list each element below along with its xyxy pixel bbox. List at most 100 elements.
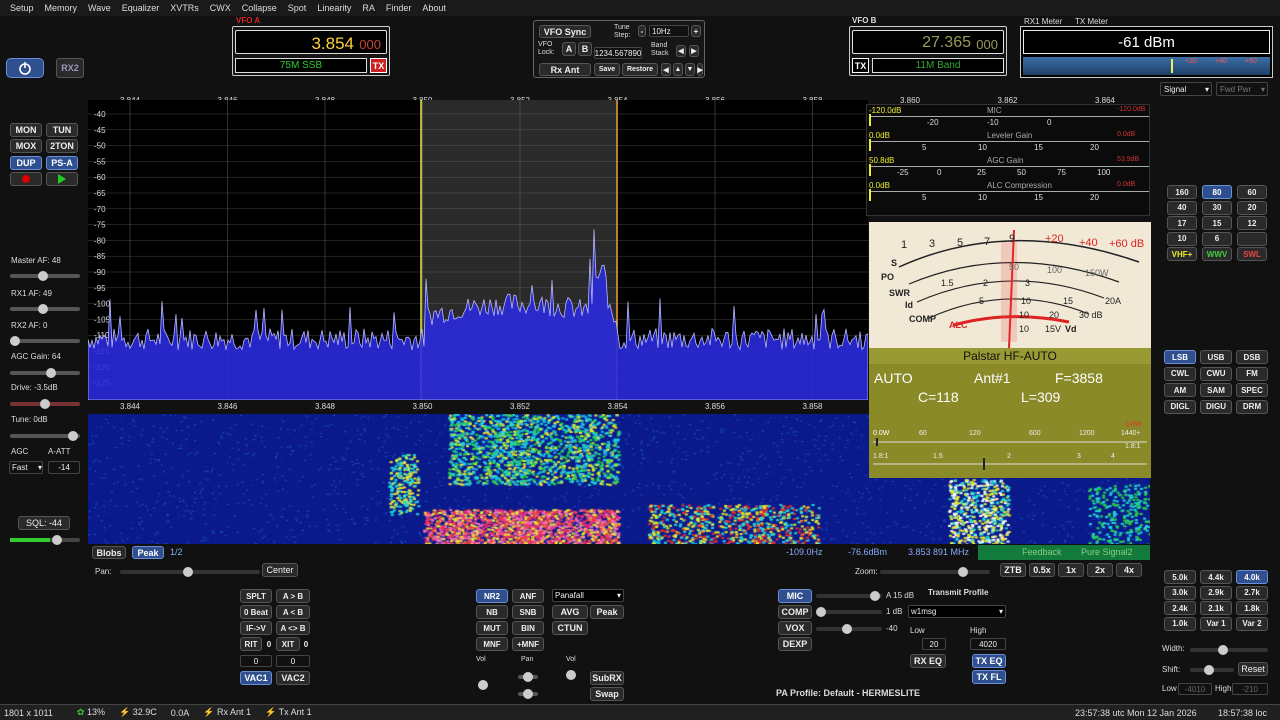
split-control-6[interactable]: RIT <box>240 637 262 651</box>
mode-button-drm[interactable]: DRM <box>1236 399 1268 414</box>
agc-mode-select[interactable]: Fast ▾ <box>9 461 43 474</box>
filter-button-var-1[interactable]: Var 1 <box>1200 616 1232 631</box>
a-att-stepper[interactable]: -14 <box>48 461 80 474</box>
comp-button[interactable]: COMP <box>778 605 812 619</box>
vfo-b-display[interactable]: 27.365 000 <box>852 30 1004 54</box>
tx-eq-button[interactable]: TX EQ <box>972 654 1006 668</box>
drive-slider[interactable] <box>10 399 80 409</box>
menu-finder[interactable]: Finder <box>382 3 419 13</box>
vfo-a-display[interactable]: 3.854 000 <box>235 30 387 54</box>
dsp-button-nb[interactable]: NB <box>476 605 508 619</box>
vfo-left-arrow[interactable]: ◀ <box>661 63 671 76</box>
rx-eq-button[interactable]: RX EQ <box>910 654 946 668</box>
rx1-af-slider[interactable] <box>10 304 80 314</box>
mode-button-spec[interactable]: SPEC <box>1236 383 1268 397</box>
menu-cwx[interactable]: CWX <box>206 3 238 13</box>
band-stack-prev[interactable]: ◀ <box>676 45 686 57</box>
filter-low-field[interactable]: -4010 <box>1178 683 1212 695</box>
mode-button-cwu[interactable]: CWU <box>1200 366 1232 381</box>
mode-button-digu[interactable]: DIGU <box>1200 399 1232 414</box>
mode-button-cwl[interactable]: CWL <box>1164 366 1196 381</box>
filter-reset-button[interactable]: Reset <box>1238 662 1268 676</box>
mode-button-am[interactable]: AM <box>1164 383 1196 397</box>
filter-button-2.1k[interactable]: 2.1k <box>1200 601 1232 615</box>
vfo-right-arrow[interactable]: ▶ <box>697 63 703 76</box>
vfo-up-arrow[interactable]: ▲ <box>673 63 683 76</box>
split-control-0[interactable]: SPLT <box>240 589 272 603</box>
sql-slider[interactable] <box>10 535 80 545</box>
subrx-button[interactable]: SubRX <box>590 671 624 685</box>
band-stack-next[interactable]: ▶ <box>689 45 699 57</box>
mode-button-lsb[interactable]: LSB <box>1164 350 1196 364</box>
menu-equalizer[interactable]: Equalizer <box>118 3 167 13</box>
vfo-lock-b-button[interactable]: B <box>578 42 592 56</box>
panadapter[interactable]: -40 -45 -50 -55 -60 -65 -70 -75 -80 -85 -90 -95 -100… <box>88 100 868 400</box>
vac1-button[interactable]: VAC1 <box>240 671 272 685</box>
vox-slider[interactable] <box>816 624 882 634</box>
filter-button-2.9k[interactable]: 2.9k <box>1200 585 1232 600</box>
dsp-button-mnf[interactable]: MNF <box>476 637 508 651</box>
split-control-7[interactable]: 0 <box>265 637 273 651</box>
rx2-button[interactable]: RX2 <box>56 58 84 78</box>
vfo-a-tx-badge[interactable]: TX <box>370 58 387 73</box>
rx2-af-slider[interactable] <box>10 336 80 346</box>
mic-gain-slider[interactable] <box>816 591 882 601</box>
menu-collapse[interactable]: Collapse <box>238 3 284 13</box>
split-control-2[interactable]: 0 Beat <box>240 605 272 619</box>
tx-high-field[interactable]: 4020 <box>970 638 1006 650</box>
avg-button[interactable]: AVG <box>552 605 588 619</box>
band-button-60[interactable]: 60 <box>1237 185 1267 199</box>
2ton-button[interactable]: 2TON <box>46 139 78 153</box>
tx-filter-button[interactable]: TX FL <box>972 670 1006 684</box>
peak-button[interactable]: Peak <box>132 546 164 559</box>
center-button[interactable]: Center <box>262 563 298 577</box>
split-control-1[interactable]: A > B <box>276 589 310 603</box>
rx-ant-button[interactable]: Rx Ant <box>539 63 591 76</box>
record-button[interactable] <box>10 172 42 186</box>
tun-button[interactable]: TUN <box>46 123 78 137</box>
band-button-wwv[interactable]: WWV <box>1202 247 1232 261</box>
menu-spot[interactable]: Spot <box>284 3 314 13</box>
vfo-b-tx-badge[interactable]: TX <box>852 58 869 73</box>
vol2-slider[interactable] <box>566 670 576 680</box>
band-button-160[interactable]: 160 <box>1167 185 1197 199</box>
mode-button-digl[interactable]: DIGL <box>1164 399 1196 414</box>
dup-button[interactable]: DUP <box>10 156 42 170</box>
xit-value-field[interactable]: 0 <box>276 655 310 667</box>
swap-button[interactable]: Swap <box>590 687 624 701</box>
vfo-down-arrow[interactable]: ▼ <box>685 63 695 76</box>
menu-xvtrs[interactable]: XVTRs <box>166 3 206 13</box>
band-button-10[interactable]: 10 <box>1167 231 1197 246</box>
vfo-lock-a-button[interactable]: A <box>562 42 576 56</box>
restore-button[interactable]: Restore <box>622 63 658 76</box>
sql-button[interactable]: SQL: -44 <box>18 516 70 530</box>
band-button-swl[interactable]: SWL <box>1237 247 1267 261</box>
dsp-button-anf[interactable]: ANF <box>512 589 544 603</box>
mox-button[interactable]: MOX <box>10 139 42 153</box>
shift-slider[interactable] <box>1190 665 1234 675</box>
pan-sub-slider[interactable] <box>518 672 538 682</box>
ctun-button[interactable]: CTUN <box>552 621 588 635</box>
comp-slider[interactable] <box>816 607 882 617</box>
split-control-8[interactable]: XIT <box>276 637 300 651</box>
band-button-12[interactable]: 12 <box>1237 216 1267 230</box>
freq-entry-field[interactable]: 1234.567890 <box>594 47 642 59</box>
mon-button[interactable]: MON <box>10 123 42 137</box>
mode-button-sam[interactable]: SAM <box>1200 383 1232 397</box>
dsp-button-mut[interactable]: MUT <box>476 621 508 635</box>
vfo-sync-button[interactable]: VFO Sync <box>539 25 591 38</box>
band-button-80[interactable]: 80 <box>1202 185 1232 199</box>
rit-value-field[interactable]: 0 <box>240 655 272 667</box>
dsp-button-bin[interactable]: BIN <box>512 621 544 635</box>
filter-button-var-2[interactable]: Var 2 <box>1236 616 1268 631</box>
zoom-button-4x[interactable]: 4x <box>1116 563 1142 577</box>
display-mode-select[interactable]: Panafall ▾ <box>552 589 624 602</box>
filter-button-1.0k[interactable]: 1.0k <box>1164 616 1196 631</box>
tune-step-up[interactable]: + <box>691 25 701 37</box>
master-af-slider[interactable] <box>10 271 80 281</box>
zoom-button-1x[interactable]: 1x <box>1058 563 1084 577</box>
menu-about[interactable]: About <box>418 3 453 13</box>
menu-ra[interactable]: RA <box>358 3 382 13</box>
band-button-vhf+[interactable]: VHF+ <box>1167 247 1197 261</box>
split-control-3[interactable]: A < B <box>276 605 310 619</box>
